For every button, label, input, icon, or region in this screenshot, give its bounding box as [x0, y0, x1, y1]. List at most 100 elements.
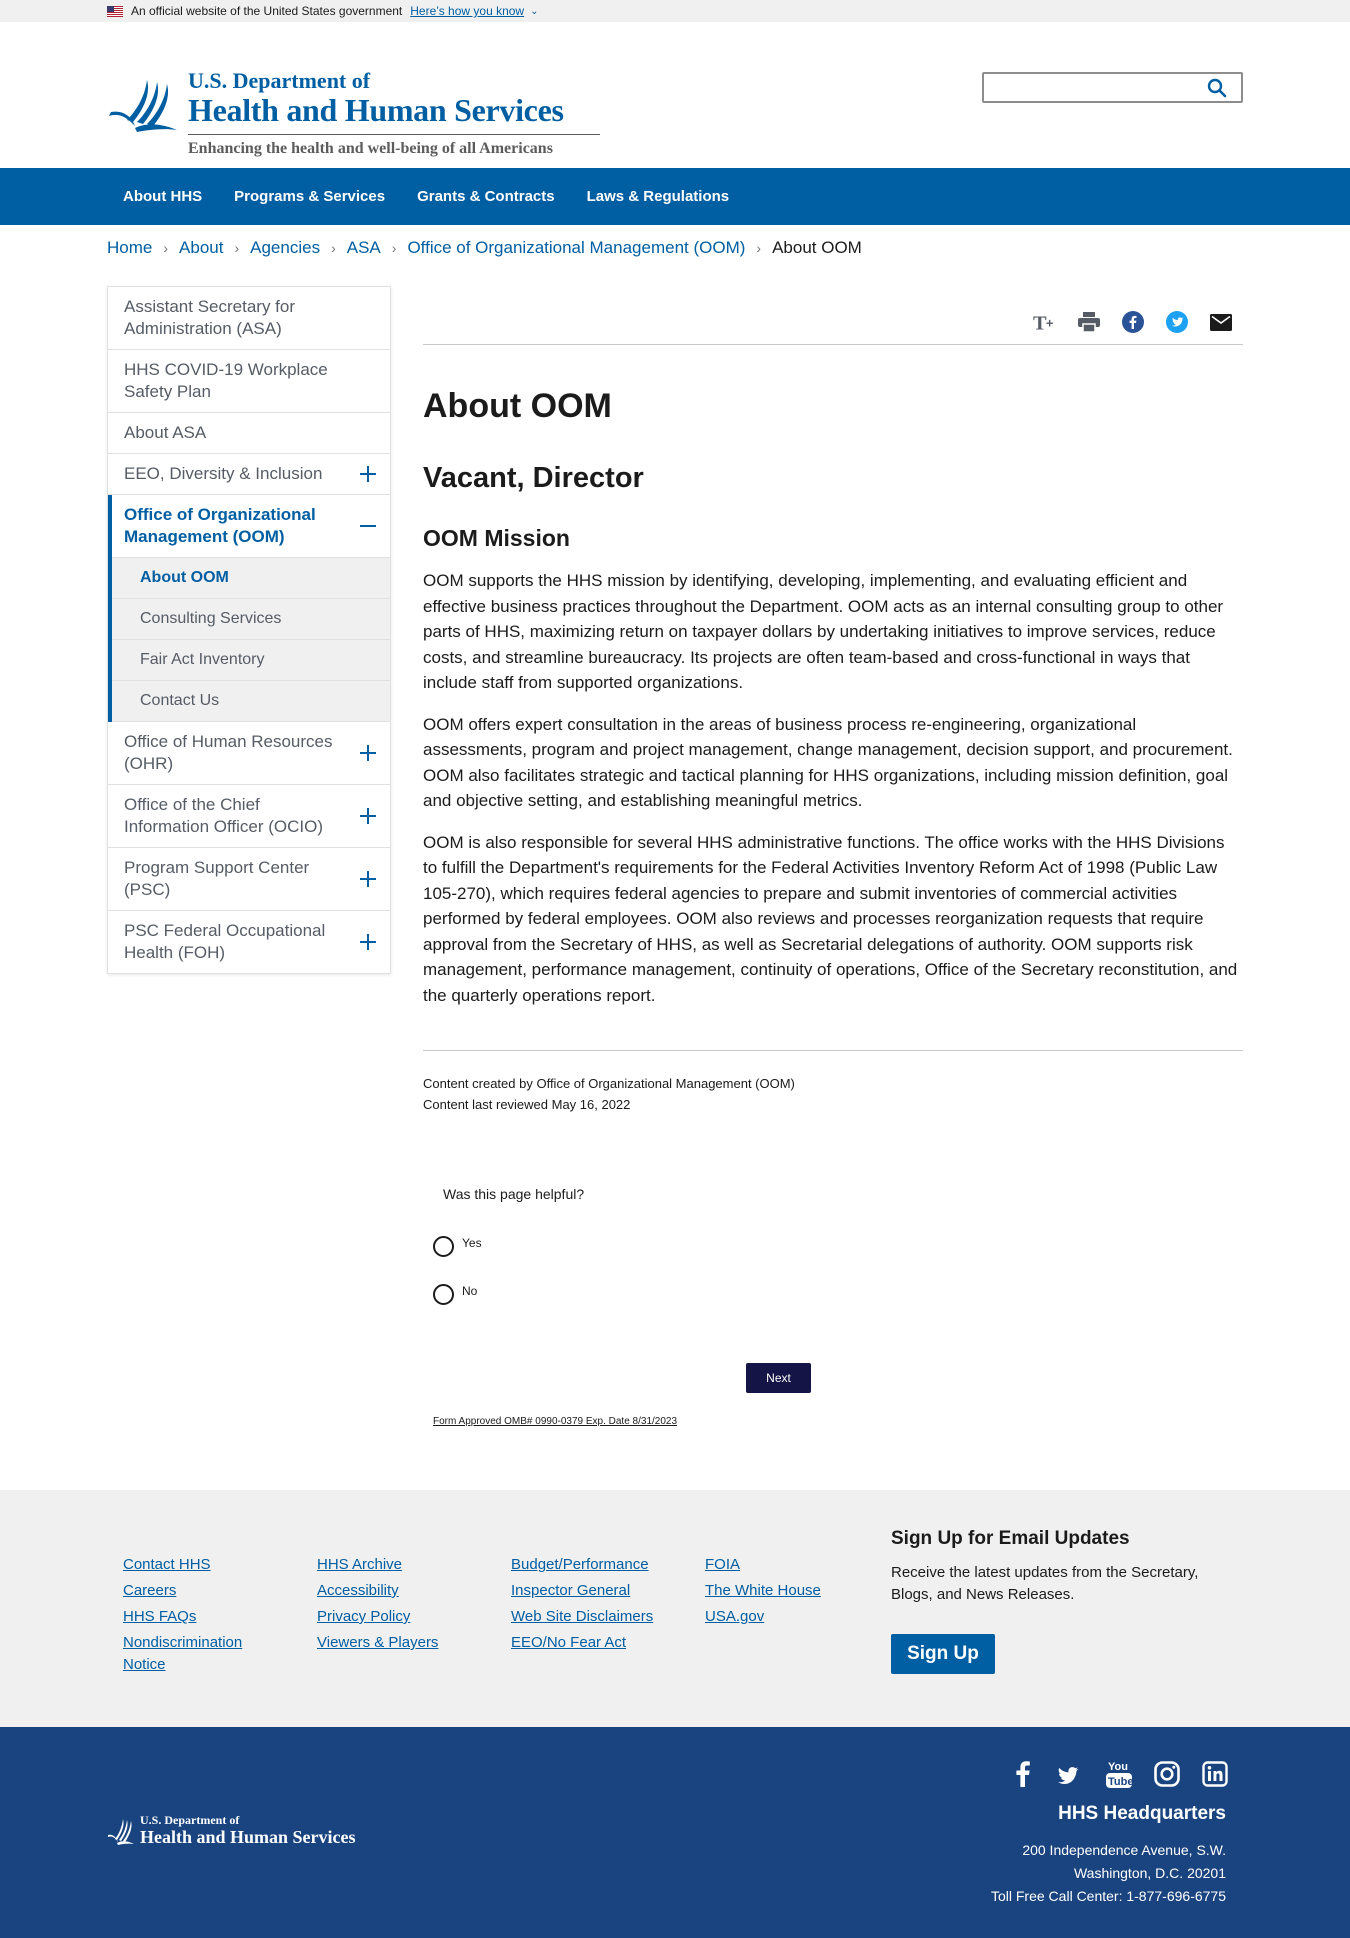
logo-line1: U.S. Department of	[188, 68, 371, 93]
us-flag-icon	[107, 5, 123, 17]
footer-link[interactable]: FOIA	[705, 1552, 875, 1578]
sidebar-subitem-about-oom[interactable]: About OOM	[112, 558, 390, 599]
footer-link[interactable]: Accessibility	[317, 1578, 487, 1604]
breadcrumb-asa[interactable]: ASA	[347, 238, 381, 258]
hhs-eagle-icon	[109, 80, 177, 132]
svg-text:Tube: Tube	[1108, 1776, 1132, 1788]
social-links: You Tube	[1010, 1761, 1228, 1788]
body-paragraph: OOM supports the HHS mission by identify…	[423, 571, 1224, 692]
breadcrumb-home[interactable]: Home	[107, 238, 152, 258]
address-line1: 200 Independence Avenue, S.W.	[1022, 1842, 1226, 1858]
gov-banner: An official website of the United States…	[0, 0, 1350, 22]
omb-link[interactable]: Form Approved OMB# 0990-0379 Exp. Date 8…	[433, 1416, 677, 1427]
footer-logo-line1: U.S. Department of	[140, 1813, 240, 1827]
tagline: Enhancing the health and well-being of a…	[188, 140, 553, 157]
sidebar-subitem-fair-act[interactable]: Fair Act Inventory	[112, 640, 390, 681]
share-toolbar: T +	[423, 300, 1243, 344]
sidebar-item-ohr[interactable]: Office of Human Resources (OHR)	[108, 722, 390, 785]
nav-about-hhs[interactable]: About HHS	[107, 168, 218, 225]
expand-plus-icon[interactable]	[360, 745, 376, 761]
email-signup: Sign Up for Email Updates Receive the la…	[891, 1528, 1236, 1674]
sign-up-button[interactable]: Sign Up	[891, 1634, 995, 1674]
no-radio[interactable]	[433, 1284, 454, 1305]
no-label: No	[462, 1284, 478, 1298]
sidebar-item-eeo[interactable]: EEO, Diversity & Inclusion	[108, 454, 390, 495]
sidebar-subitem-contact[interactable]: Contact Us	[112, 681, 390, 722]
footer-bottom: U.S. Department of Health and Human Serv…	[0, 1727, 1350, 1938]
page-title: About OOM	[423, 387, 612, 425]
sidebar-item-psc[interactable]: Program Support Center (PSC)	[108, 848, 390, 911]
footer-link[interactable]: The White House	[705, 1578, 875, 1604]
sidebar-item-label: About ASA	[124, 423, 207, 442]
expand-plus-icon[interactable]	[360, 934, 376, 950]
yes-label: Yes	[462, 1236, 482, 1250]
footer-link[interactable]: Inspector General	[511, 1578, 681, 1604]
sidebar-item-asa[interactable]: Assistant Secretary for Administration (…	[108, 287, 390, 350]
sidebar-item-ocio[interactable]: Office of the Chief Information Officer …	[108, 785, 390, 848]
survey-option-yes[interactable]: Yes	[433, 1234, 482, 1257]
footer-link[interactable]: USA.gov	[705, 1604, 875, 1630]
next-button[interactable]: Next	[746, 1363, 811, 1393]
text-size-icon[interactable]: T +	[1033, 310, 1057, 334]
footer-links: Contact HHS Careers HHS FAQs Nondiscrimi…	[0, 1490, 1350, 1727]
footer-link[interactable]: Privacy Policy	[317, 1604, 487, 1630]
svg-text:T: T	[1033, 312, 1047, 334]
sidebar-item-about-asa[interactable]: About ASA	[108, 413, 390, 454]
footer-link[interactable]: Careers	[123, 1578, 293, 1604]
breadcrumb-current: About OOM	[772, 238, 862, 257]
nav-grants-contracts[interactable]: Grants & Contracts	[401, 168, 571, 225]
body-paragraph: OOM is also responsible for several HHS …	[423, 832, 1238, 1005]
instagram-icon[interactable]	[1154, 1761, 1180, 1787]
linkedin-icon[interactable]	[1202, 1761, 1228, 1787]
sidebar-item-oom[interactable]: Office of Organizational Management (OOM…	[112, 495, 390, 558]
signup-text: Receive the latest updates from the Secr…	[891, 1564, 1199, 1603]
breadcrumb-oom[interactable]: Office of Organizational Management (OOM…	[407, 238, 745, 258]
print-icon[interactable]	[1077, 310, 1101, 334]
expand-plus-icon[interactable]	[360, 871, 376, 887]
sidebar-subitem-consulting[interactable]: Consulting Services	[112, 599, 390, 640]
footer-link[interactable]: HHS Archive	[317, 1552, 487, 1578]
yes-radio[interactable]	[433, 1236, 454, 1257]
facebook-icon[interactable]	[1121, 310, 1145, 334]
search-icon[interactable]	[1207, 78, 1227, 98]
footer-link[interactable]: EEO/No Fear Act	[511, 1630, 681, 1656]
footer-link[interactable]: Contact HHS	[123, 1552, 293, 1578]
collapse-minus-icon[interactable]	[360, 518, 376, 534]
breadcrumb-about[interactable]: About	[179, 238, 223, 258]
sidebar-item-label: PSC Federal Occupational Health (FOH)	[124, 921, 326, 962]
breadcrumb-agencies[interactable]: Agencies	[250, 238, 320, 258]
email-icon[interactable]	[1209, 310, 1233, 334]
hq-heading: HHS Headquarters	[1058, 1803, 1226, 1824]
hhs-logo[interactable]: U.S. Department of Health and Human Serv…	[107, 48, 607, 164]
sidebar-item-label: Program Support Center (PSC)	[124, 858, 310, 899]
footer-link[interactable]: Web Site Disclaimers	[511, 1604, 681, 1630]
sidebar-item-label: Assistant Secretary for Administration (…	[124, 297, 296, 338]
nav-laws-regulations[interactable]: Laws & Regulations	[571, 168, 746, 225]
youtube-icon[interactable]: You Tube	[1106, 1761, 1132, 1788]
address-line2: Washington, D.C. 20201	[1073, 1865, 1226, 1881]
expand-plus-icon[interactable]	[360, 466, 376, 482]
twitter-icon[interactable]	[1058, 1761, 1084, 1787]
footer-column-2: HHS Archive Accessibility Privacy Policy…	[317, 1552, 487, 1656]
heres-how-you-know-link[interactable]: Here’s how you know	[410, 4, 524, 18]
nav-programs-services[interactable]: Programs & Services	[218, 168, 401, 225]
twitter-icon[interactable]	[1165, 310, 1189, 334]
site-header: U.S. Department of Health and Human Serv…	[0, 22, 1350, 168]
sidebar-item-label: Office of Organizational Management (OOM…	[124, 505, 316, 546]
svg-text:You: You	[1108, 1761, 1128, 1773]
sidebar-item-foh[interactable]: PSC Federal Occupational Health (FOH)	[108, 911, 390, 973]
footer-column-3: Budget/Performance Inspector General Web…	[511, 1552, 681, 1656]
facebook-icon[interactable]	[1010, 1761, 1036, 1787]
footer-column-4: FOIA The White House USA.gov	[705, 1552, 875, 1630]
breadcrumb: Home › About › Agencies › ASA › Office o…	[107, 238, 862, 258]
expand-plus-icon[interactable]	[360, 808, 376, 824]
search-input[interactable]	[984, 74, 1194, 101]
logo-line2: Health and Human Services	[188, 92, 564, 128]
footer-link[interactable]: Nondiscrimination Notice	[123, 1632, 253, 1676]
footer-link[interactable]: Viewers & Players	[317, 1630, 487, 1656]
footer-link[interactable]: Budget/Performance	[511, 1552, 681, 1578]
survey-option-no[interactable]: No	[433, 1282, 477, 1305]
sidebar-item-covid-plan[interactable]: HHS COVID-19 Workplace Safety Plan	[108, 350, 390, 413]
gov-banner-text: An official website of the United States…	[131, 4, 403, 18]
footer-link[interactable]: HHS FAQs	[123, 1604, 293, 1630]
